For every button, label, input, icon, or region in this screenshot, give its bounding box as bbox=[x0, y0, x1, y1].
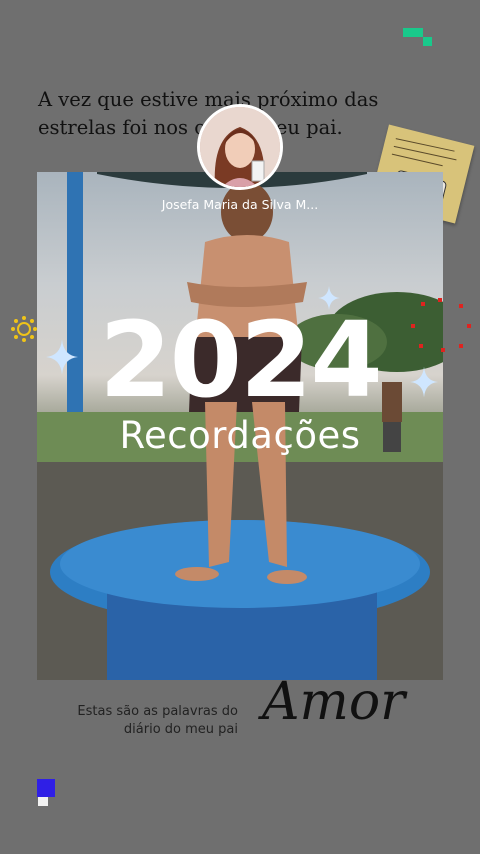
sparkle-icon bbox=[410, 366, 438, 398]
signature-text: Amor bbox=[262, 672, 406, 732]
avatar-photo bbox=[200, 107, 280, 187]
avatar[interactable] bbox=[197, 104, 283, 190]
caption-text: Estas são as palavras do diário do meu p… bbox=[60, 703, 238, 739]
title-subtitle: Recordações bbox=[119, 414, 361, 457]
caption-line-2: diário do meu pai bbox=[123, 722, 238, 737]
quote-line-1: A vez que estive mais próximo das bbox=[38, 88, 379, 111]
red-dots-decoration bbox=[411, 298, 471, 352]
author-name[interactable]: Josefa Maria da Silva M... bbox=[150, 197, 330, 212]
sun-icon bbox=[11, 316, 37, 342]
sparkle-icon bbox=[46, 339, 78, 375]
caption-line-1: Estas são as palavras do bbox=[77, 704, 238, 719]
sparkle-icon bbox=[318, 286, 340, 310]
